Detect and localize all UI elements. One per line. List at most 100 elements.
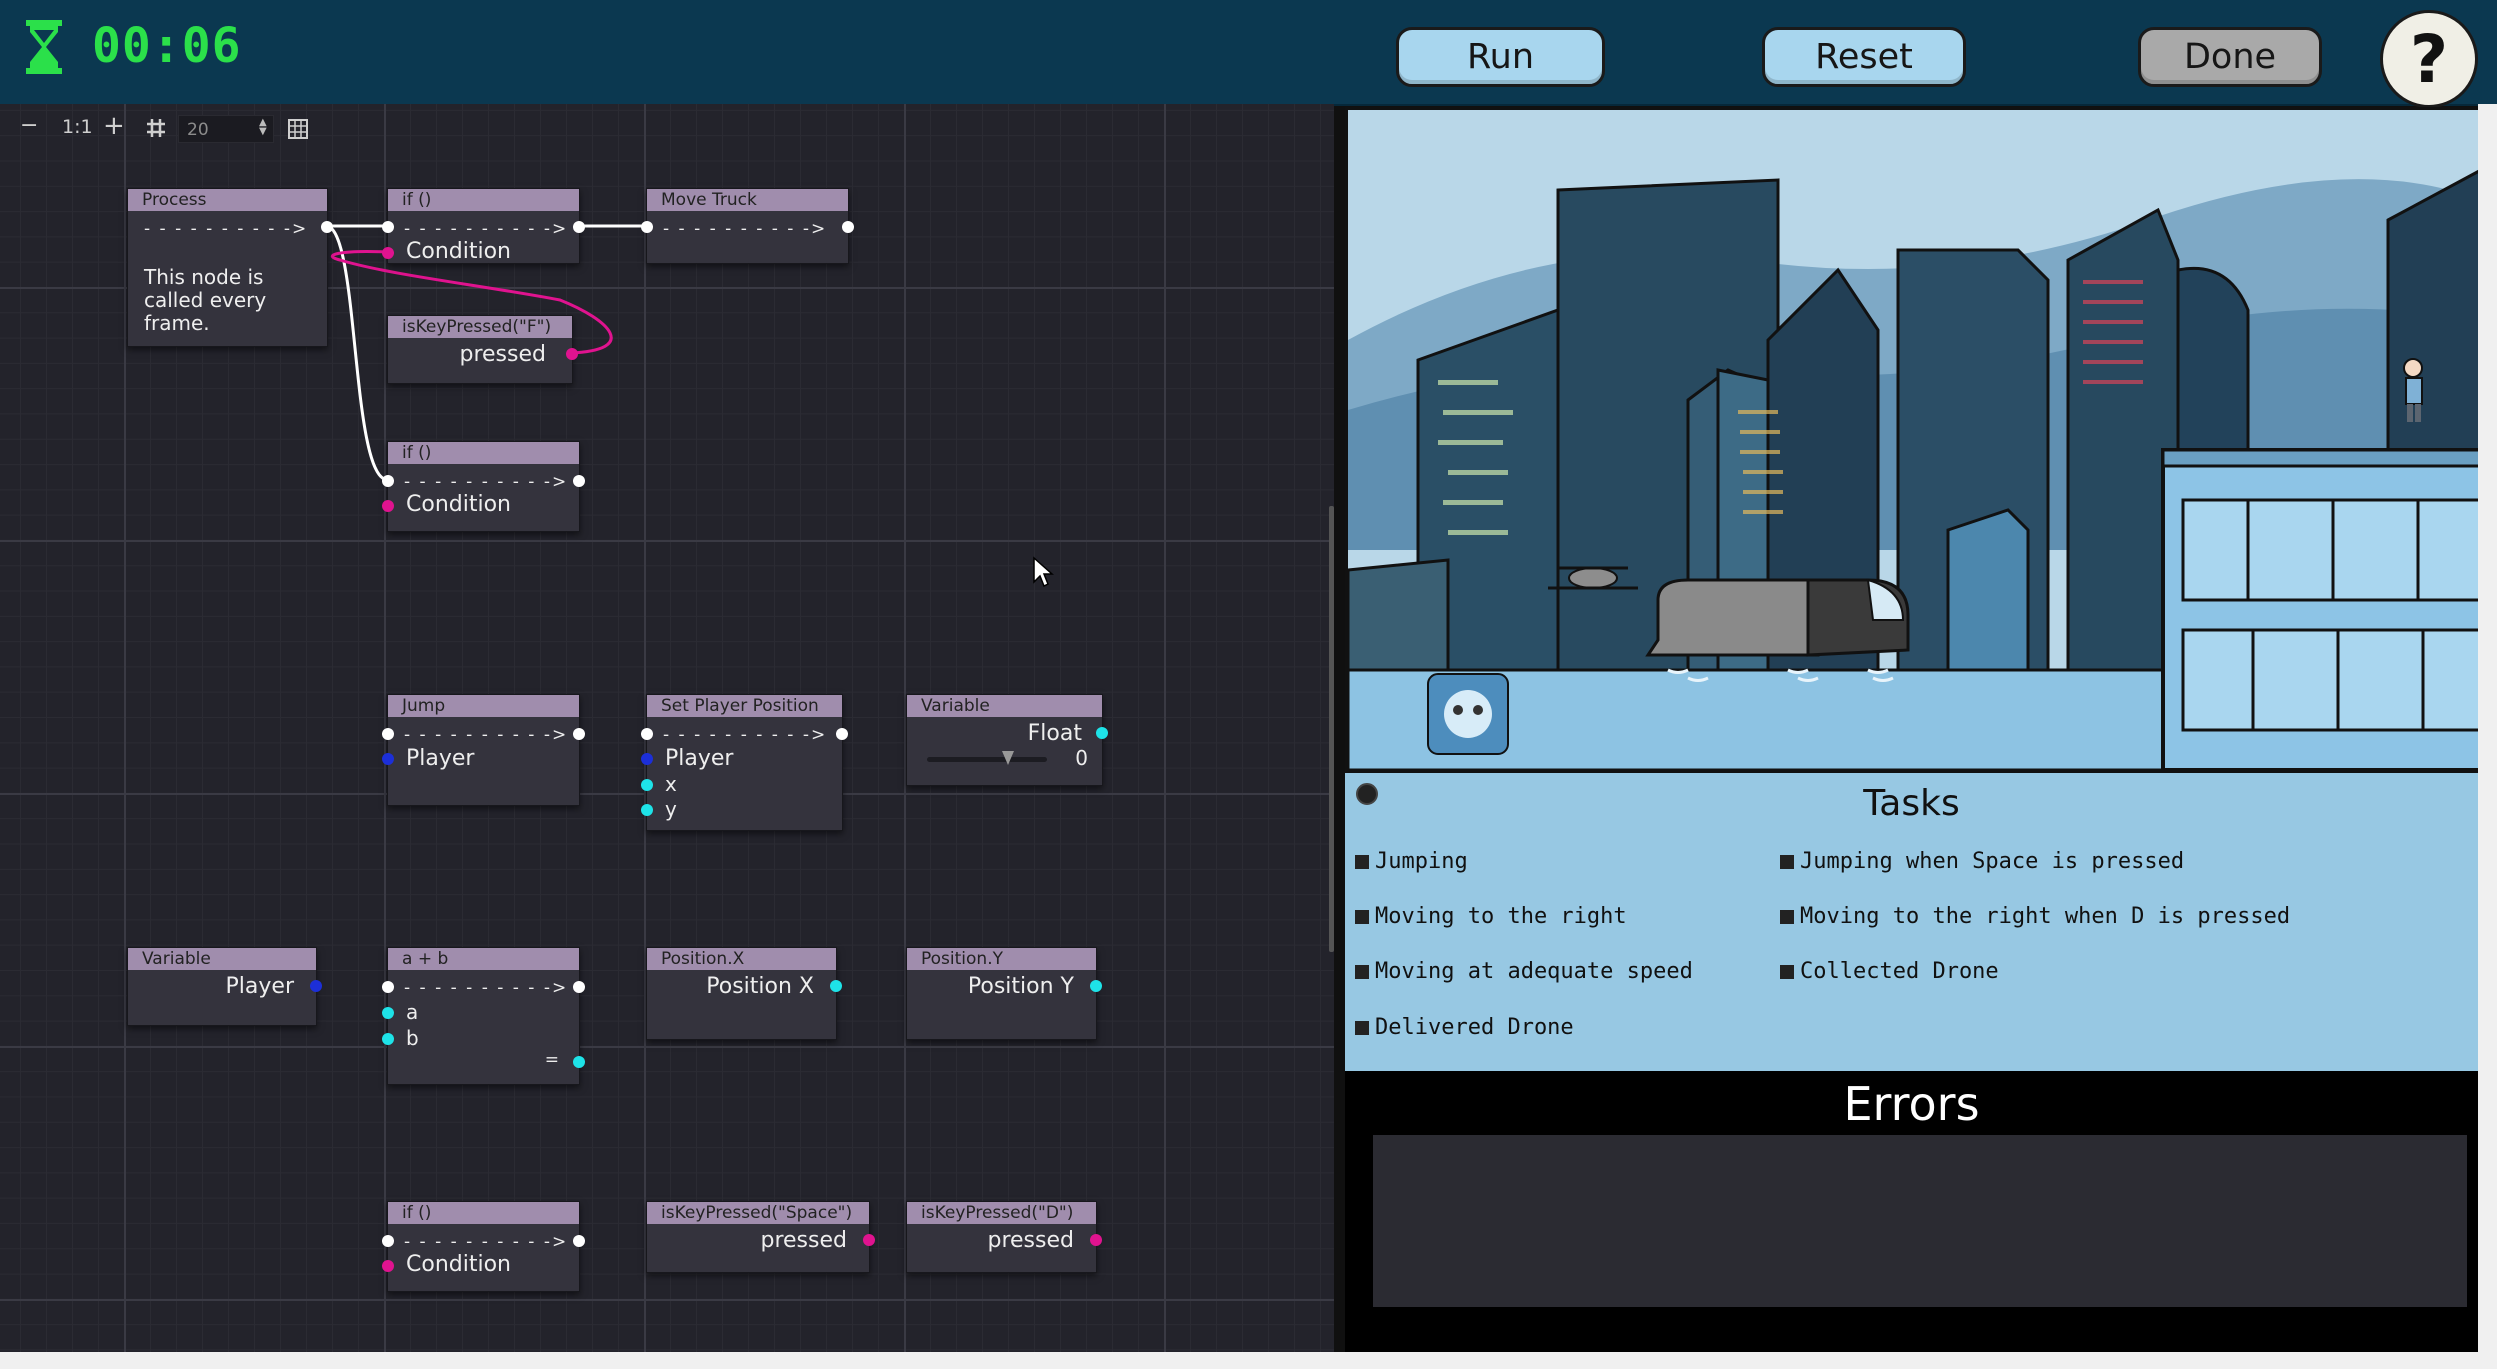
reset-button[interactable]: Reset — [1762, 27, 1966, 87]
hourglass-icon — [26, 20, 62, 74]
exec-in-port[interactable] — [382, 728, 394, 740]
top-bar — [0, 0, 2497, 106]
minimap-icon[interactable] — [288, 119, 308, 139]
position-x-port[interactable] — [830, 980, 842, 992]
player-port[interactable] — [310, 980, 322, 992]
exec-in-port[interactable] — [641, 728, 653, 740]
iskeypressed-space-node[interactable]: isKeyPressed("Space") pressed — [646, 1201, 875, 1273]
player-label: Player — [225, 974, 294, 999]
node-title: if () — [388, 1202, 579, 1224]
iskeypressed-f-node[interactable]: isKeyPressed("F") pressed — [387, 315, 578, 384]
errors-output — [1373, 1135, 2467, 1307]
condition-label: Condition — [406, 239, 511, 264]
zoom-in-button[interactable]: + — [103, 111, 125, 141]
exec-out-port[interactable] — [573, 981, 585, 993]
if-node[interactable]: if () - - - - - - - - - -> Condition — [382, 441, 585, 532]
position-x-node[interactable]: Position.X Position X — [646, 947, 842, 1040]
exec-in-port[interactable] — [382, 221, 394, 233]
exec-out-port[interactable] — [573, 728, 585, 740]
x-port[interactable] — [641, 779, 653, 791]
window-vertical-scrollbar[interactable] — [2478, 104, 2497, 1352]
player-port[interactable] — [641, 753, 653, 765]
jump-node[interactable]: Jump - - - - - - - - - -> Player — [382, 694, 585, 806]
exec-flow: - - - - - - - - - -> — [144, 219, 309, 239]
player-label: Player — [406, 746, 475, 771]
pressed-port[interactable] — [863, 1234, 875, 1246]
add-node[interactable]: a + b - - - - - - - - - -> a b = — [382, 947, 585, 1085]
node-title: isKeyPressed("F") — [388, 316, 572, 338]
if-node[interactable]: if () - - - - - - - - - -> Condition — [382, 1201, 585, 1292]
node-title: isKeyPressed("D") — [907, 1202, 1096, 1224]
exec-in-port[interactable] — [641, 221, 653, 233]
node-title: if () — [388, 442, 579, 464]
position-y-label: Position Y — [967, 974, 1074, 999]
position-y-port[interactable] — [1090, 980, 1102, 992]
exec-out-port[interactable] — [573, 475, 585, 487]
condition-label: Condition — [406, 1252, 511, 1277]
run-button[interactable]: Run — [1396, 27, 1605, 87]
position-x-label: Position X — [706, 974, 814, 999]
exec-out-port[interactable] — [842, 221, 854, 233]
done-button[interactable]: Done — [2138, 27, 2322, 87]
process-node[interactable]: Process - - - - - - - - - -> This node i… — [127, 188, 333, 347]
errors-panel: Errors — [1345, 1071, 2478, 1352]
variable-player-node[interactable]: Variable Player — [127, 947, 322, 1026]
player-label: Player — [665, 746, 734, 771]
slider-handle[interactable] — [1002, 751, 1014, 765]
spinner-arrows-icon[interactable]: ▲ ▼ — [259, 118, 267, 137]
player-port[interactable] — [382, 753, 394, 765]
x-label: x — [665, 772, 677, 796]
set-player-position-node[interactable]: Set Player Position - - - - - - - - - ->… — [641, 694, 848, 831]
b-port[interactable] — [382, 1033, 394, 1045]
result-port[interactable] — [573, 1056, 585, 1068]
help-button[interactable]: ? — [2380, 10, 2478, 108]
y-port[interactable] — [641, 804, 653, 816]
condition-port[interactable] — [382, 500, 394, 512]
tasks-title: Tasks — [1863, 783, 1960, 824]
task-status-icon — [1780, 965, 1794, 979]
exec-flow: - - - - - - - - - -> — [404, 472, 569, 492]
exec-out-port[interactable] — [836, 728, 848, 740]
task-item: Delivered Drone — [1355, 1015, 1574, 1040]
exec-in-port[interactable] — [382, 981, 394, 993]
a-label: a — [406, 1000, 419, 1024]
value-port[interactable] — [1096, 727, 1108, 739]
a-port[interactable] — [382, 1007, 394, 1019]
node-title: Move Truck — [647, 189, 848, 211]
position-y-node[interactable]: Position.Y Position Y — [906, 947, 1102, 1040]
task-item: Collected Drone — [1780, 959, 1999, 984]
task-item: Moving at adequate speed — [1355, 959, 1693, 984]
variable-float-node[interactable]: Variable Float 0 — [906, 694, 1108, 786]
node-description: called every — [144, 288, 267, 312]
exec-flow: - - - - - - - - - -> — [404, 978, 569, 998]
condition-label: Condition — [406, 492, 511, 517]
exec-in-port[interactable] — [382, 1235, 394, 1247]
zoom-reset-button[interactable]: 1:1 — [62, 116, 93, 138]
exec-out-port[interactable] — [321, 221, 333, 233]
snap-grid-icon[interactable] — [146, 118, 166, 138]
exec-in-port[interactable] — [382, 475, 394, 487]
exec-flow: - - - - - - - - - -> — [404, 725, 569, 745]
condition-port[interactable] — [382, 247, 394, 259]
task-status-icon — [1355, 855, 1369, 869]
value-label: 0 — [1075, 746, 1088, 770]
game-viewport[interactable] — [1345, 107, 2484, 773]
pressed-port[interactable] — [1090, 1234, 1102, 1246]
if-node[interactable]: if () - - - - - - - - - -> Condition — [382, 188, 585, 264]
node-title: Position.X — [647, 948, 836, 970]
iskeypressed-d-node[interactable]: isKeyPressed("D") pressed — [906, 1201, 1102, 1273]
pressed-port[interactable] — [566, 348, 578, 360]
exec-out-port[interactable] — [573, 1235, 585, 1247]
timer: 00:06 — [92, 18, 242, 74]
value-slider[interactable] — [927, 757, 1047, 762]
condition-port[interactable] — [382, 1260, 394, 1272]
city-scene — [1348, 110, 2481, 770]
task-item: Moving to the right — [1355, 904, 1627, 929]
window-horizontal-scrollbar[interactable] — [0, 1352, 2497, 1369]
exec-out-port[interactable] — [573, 221, 585, 233]
move-truck-node[interactable]: Move Truck - - - - - - - - - -> — [641, 188, 854, 264]
pressed-label: pressed — [760, 1228, 848, 1253]
zoom-out-button[interactable]: − — [20, 113, 38, 138]
graph-vertical-scrollbar[interactable] — [1329, 506, 1334, 952]
node-description: This node is — [144, 265, 264, 289]
